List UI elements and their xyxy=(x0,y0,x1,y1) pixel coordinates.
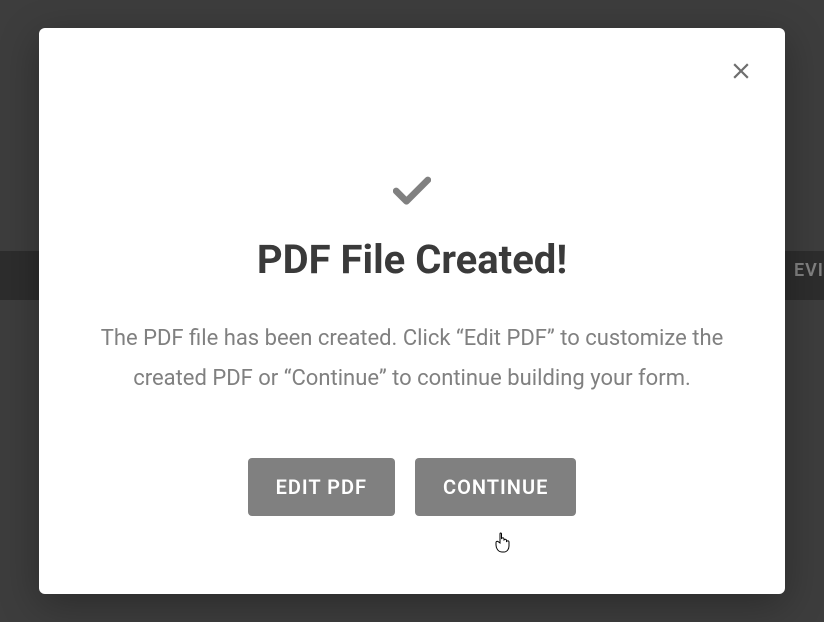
checkmark-icon xyxy=(392,176,432,206)
edit-pdf-button[interactable]: EDIT PDF xyxy=(248,458,395,516)
modal-button-row: EDIT PDF CONTINUE xyxy=(89,458,735,516)
modal-description: The PDF file has been created. Click “Ed… xyxy=(89,319,735,398)
background-partial-label: EVI xyxy=(794,260,824,281)
close-icon xyxy=(728,58,754,87)
modal-title: PDF File Created! xyxy=(89,236,735,283)
close-button[interactable] xyxy=(725,56,757,88)
continue-button[interactable]: CONTINUE xyxy=(415,458,576,516)
modal-dialog: PDF File Created! The PDF file has been … xyxy=(39,28,785,594)
